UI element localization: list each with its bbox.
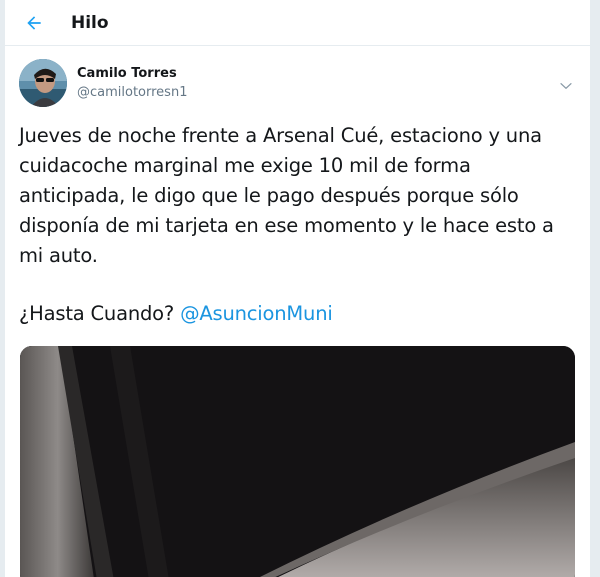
mention-link[interactable]: @AsuncionMuni	[180, 302, 333, 325]
tweet-media-video[interactable]	[20, 346, 575, 577]
tweet-paragraph-2: ¿Hasta Cuando? @AsuncionMuni	[19, 299, 576, 329]
tweet-author: Camilo Torres @camilotorresn1	[19, 58, 576, 108]
tweet-question: ¿Hasta Cuando?	[19, 302, 181, 325]
tweet-paragraph: Jueves de noche frente a Arsenal Cué, es…	[19, 124, 554, 267]
avatar[interactable]	[19, 59, 67, 107]
chevron-down-icon	[560, 83, 572, 89]
tweet-text: Jueves de noche frente a Arsenal Cué, es…	[19, 121, 576, 329]
arrow-left-icon	[27, 15, 41, 30]
author-handle[interactable]: @camilotorresn1	[77, 83, 187, 102]
thread-page: Hilo Camilo Torres @camilotorresn1 Jueve…	[4, 0, 591, 577]
author-text: Camilo Torres @camilotorresn1	[77, 64, 187, 102]
thread-header: Hilo	[5, 0, 590, 46]
back-button[interactable]	[11, 0, 57, 46]
tweet: Camilo Torres @camilotorresn1 Jueves de …	[5, 58, 590, 329]
avatar-image	[19, 59, 67, 107]
video-frame	[20, 346, 575, 577]
page-title: Hilo	[71, 12, 109, 33]
tweet-more-button[interactable]	[556, 76, 576, 96]
author-display-name[interactable]: Camilo Torres	[77, 64, 187, 83]
